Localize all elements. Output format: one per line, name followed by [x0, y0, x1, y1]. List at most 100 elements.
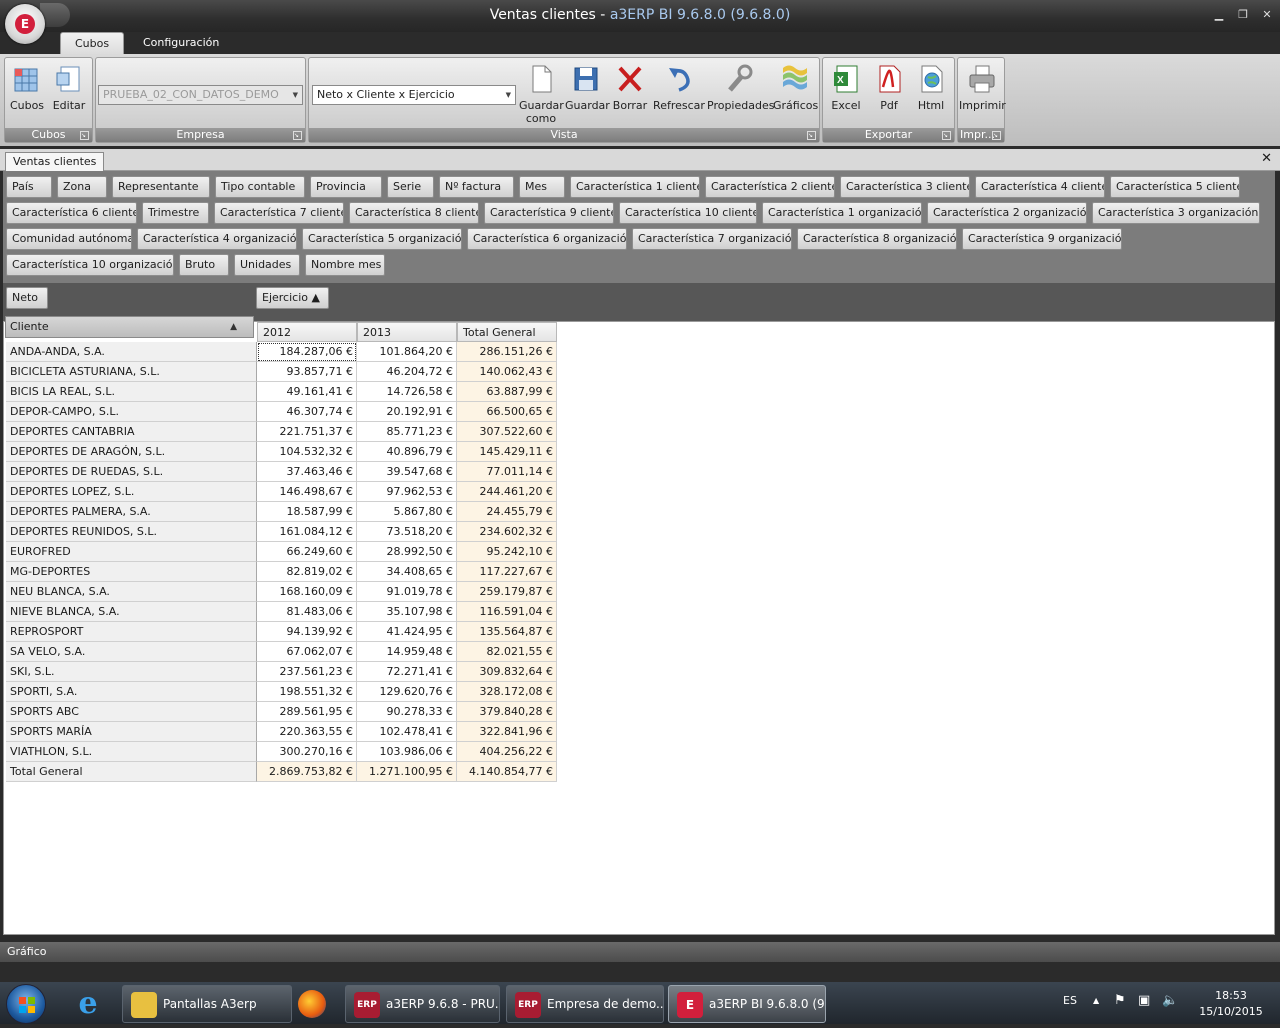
filter-field-chip[interactable]: Característica 4 cliente: [975, 176, 1105, 198]
filter-field-chip[interactable]: Característica 2 cliente: [705, 176, 835, 198]
value-cell[interactable]: 94.139,92 €: [257, 622, 357, 642]
filter-field-chip[interactable]: Bruto: [179, 254, 229, 276]
value-cell[interactable]: 221.751,37 €: [257, 422, 357, 442]
total-cell[interactable]: 379.840,28 €: [457, 702, 557, 722]
value-cell[interactable]: 101.864,20 €: [357, 342, 457, 362]
value-cell[interactable]: 41.424,95 €: [357, 622, 457, 642]
clock-time[interactable]: 18:53: [1196, 989, 1266, 1002]
propiedades-button[interactable]: Propiedades: [707, 60, 774, 128]
total-cell[interactable]: 95.242,10 €: [457, 542, 557, 562]
value-cell[interactable]: 289.561,95 €: [257, 702, 357, 722]
taskbar-item-a3erp-bi[interactable]: Ea3ERP BI 9.6.8.0 (9...: [668, 985, 826, 1023]
value-cell[interactable]: 35.107,98 €: [357, 602, 457, 622]
total-cell[interactable]: 117.227,67 €: [457, 562, 557, 582]
filter-field-chip[interactable]: Mes: [519, 176, 565, 198]
value-cell[interactable]: 146.498,67 €: [257, 482, 357, 502]
filter-field-chip[interactable]: Trimestre: [142, 202, 209, 224]
row-label-cliente[interactable]: BICIS LA REAL, S.L.: [6, 382, 257, 402]
column-header[interactable]: 2013: [357, 322, 457, 342]
row-label-cliente[interactable]: ANDA-ANDA, S.A.: [6, 342, 257, 362]
value-cell[interactable]: 18.587,99 €: [257, 502, 357, 522]
group-launcher-exportar[interactable]: ↘: [942, 131, 951, 140]
value-cell[interactable]: 73.518,20 €: [357, 522, 457, 542]
value-cell[interactable]: 66.249,60 €: [257, 542, 357, 562]
value-cell[interactable]: 40.896,79 €: [357, 442, 457, 462]
action-center-flag-icon[interactable]: ⚑: [1114, 993, 1126, 1008]
filter-field-chip[interactable]: Característica 2 organización: [927, 202, 1087, 224]
minimize-button[interactable]: ▁: [1208, 6, 1230, 24]
filter-field-chip[interactable]: Característica 3 organización: [1092, 202, 1260, 224]
column-field-ejercicio[interactable]: Ejercicio ▲: [256, 287, 329, 309]
filter-field-chip[interactable]: Característica 4 organización: [137, 228, 297, 250]
total-cell[interactable]: 328.172,08 €: [457, 682, 557, 702]
graficos-button[interactable]: Gráficos: [773, 60, 818, 128]
total-cell[interactable]: 24.455,79 €: [457, 502, 557, 522]
total-cell[interactable]: 77.011,14 €: [457, 462, 557, 482]
value-cell[interactable]: 1.271.100,95 €: [357, 762, 457, 782]
firefox-icon[interactable]: [298, 990, 326, 1018]
filter-field-chip[interactable]: Zona: [57, 176, 107, 198]
total-cell[interactable]: 116.591,04 €: [457, 602, 557, 622]
total-cell[interactable]: 4.140.854,77 €: [457, 762, 557, 782]
filter-field-chip[interactable]: Característica 6 cliente: [6, 202, 137, 224]
value-cell[interactable]: 91.019,78 €: [357, 582, 457, 602]
filter-field-chip[interactable]: Comunidad autónoma: [6, 228, 132, 250]
grafico-panel-header[interactable]: Gráfico: [0, 942, 1280, 962]
guardar-como-button[interactable]: Guardar como: [519, 60, 564, 128]
value-cell[interactable]: 28.992,50 €: [357, 542, 457, 562]
taskbar-item-pantallas[interactable]: Pantallas A3erp: [122, 985, 292, 1023]
total-cell[interactable]: 140.062,43 €: [457, 362, 557, 382]
row-label-cliente[interactable]: NIEVE BLANCA, S.A.: [6, 602, 257, 622]
column-header[interactable]: Total General: [457, 322, 557, 342]
row-field-cliente[interactable]: Cliente ▲: [5, 316, 254, 338]
value-cell[interactable]: 46.307,74 €: [257, 402, 357, 422]
vista-combo[interactable]: Neto x Cliente x Ejercicio ▼: [312, 85, 516, 105]
value-cell[interactable]: 104.532,32 €: [257, 442, 357, 462]
value-cell[interactable]: 67.062,07 €: [257, 642, 357, 662]
filter-field-chip[interactable]: Tipo contable: [215, 176, 305, 198]
language-indicator[interactable]: ES: [1063, 994, 1077, 1007]
value-cell[interactable]: 168.160,09 €: [257, 582, 357, 602]
editar-button[interactable]: Editar: [49, 60, 89, 128]
total-cell[interactable]: 286.151,26 €: [457, 342, 557, 362]
filter-field-chip[interactable]: Serie: [387, 176, 434, 198]
total-row-label[interactable]: Total General: [6, 762, 257, 782]
value-cell[interactable]: 97.962,53 €: [357, 482, 457, 502]
row-label-cliente[interactable]: DEPORTES DE ARAGÓN, S.L.: [6, 442, 257, 462]
filter-field-chip[interactable]: Característica 3 cliente: [840, 176, 970, 198]
row-label-cliente[interactable]: NEU BLANCA, S.A.: [6, 582, 257, 602]
tab-configuracion[interactable]: Configuración: [129, 32, 233, 54]
total-cell[interactable]: 135.564,87 €: [457, 622, 557, 642]
column-header[interactable]: 2012: [257, 322, 357, 342]
borrar-button[interactable]: Borrar: [609, 60, 651, 128]
value-cell[interactable]: 90.278,33 €: [357, 702, 457, 722]
total-cell[interactable]: 244.461,20 €: [457, 482, 557, 502]
value-cell[interactable]: 5.867,80 €: [357, 502, 457, 522]
total-cell[interactable]: 66.500,65 €: [457, 402, 557, 422]
value-cell[interactable]: 39.547,68 €: [357, 462, 457, 482]
value-cell[interactable]: 93.857,71 €: [257, 362, 357, 382]
start-button[interactable]: [6, 984, 46, 1024]
data-field-neto[interactable]: Neto: [6, 287, 48, 309]
document-tab-ventas-clientes[interactable]: Ventas clientes: [5, 152, 105, 172]
close-document-icon[interactable]: ✕: [1261, 151, 1272, 166]
group-launcher-cubos[interactable]: ↘: [80, 131, 89, 140]
volume-icon[interactable]: 🔈: [1162, 993, 1178, 1008]
group-launcher-vista[interactable]: ↘: [807, 131, 816, 140]
value-cell[interactable]: 237.561,23 €: [257, 662, 357, 682]
filter-field-chip[interactable]: Unidades: [234, 254, 300, 276]
taskbar-item-a3erp[interactable]: ERP a3ERP 9.6.8 - PRU...: [345, 985, 500, 1023]
row-label-cliente[interactable]: SKI, S.L.: [6, 662, 257, 682]
excel-button[interactable]: X Excel: [825, 60, 867, 128]
row-label-cliente[interactable]: BICICLETA ASTURIANA, S.L.: [6, 362, 257, 382]
value-cell[interactable]: 161.084,12 €: [257, 522, 357, 542]
total-cell[interactable]: 145.429,11 €: [457, 442, 557, 462]
filter-field-chip[interactable]: Característica 7 organización: [632, 228, 792, 250]
filter-field-chip[interactable]: Característica 10 organización: [6, 254, 174, 276]
filter-field-chip[interactable]: Provincia: [310, 176, 382, 198]
total-cell[interactable]: 234.602,32 €: [457, 522, 557, 542]
refrescar-button[interactable]: Refrescar: [653, 60, 705, 128]
filter-field-chip[interactable]: País: [6, 176, 52, 198]
value-cell[interactable]: 198.551,32 €: [257, 682, 357, 702]
value-cell[interactable]: 46.204,72 €: [357, 362, 457, 382]
